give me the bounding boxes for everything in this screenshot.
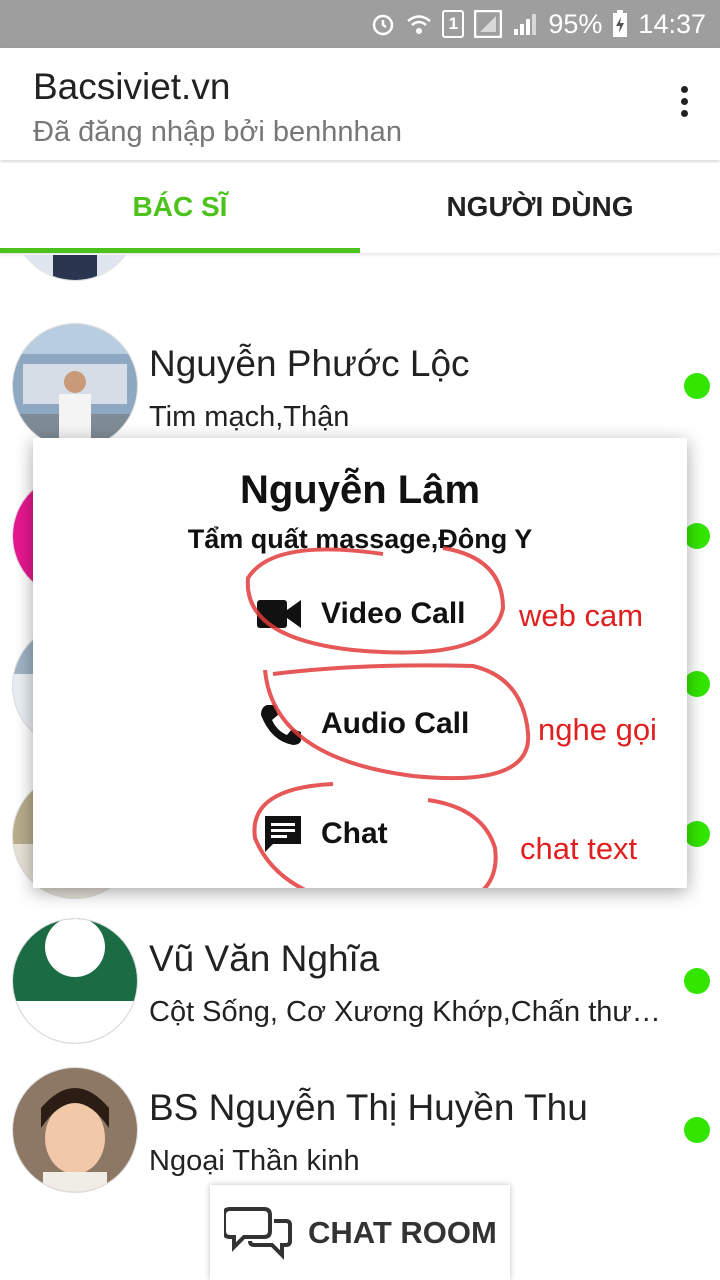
- dialog-doctor-specialty: Tẩm quất massage,Đông Y: [187, 524, 533, 554]
- phone-icon: [261, 705, 301, 745]
- video-camera-icon: [257, 600, 301, 628]
- tab-doctors[interactable]: BÁC SĨ: [0, 163, 360, 253]
- sim-indicator: 1: [442, 10, 465, 38]
- signal-bars-icon: [514, 14, 537, 35]
- alarm-icon: [373, 14, 394, 36]
- contact-dialog: Nguyễn Lâm Tẩm quất massage,Đông Y Video…: [33, 438, 687, 888]
- chat-bubbles-icon: [224, 1206, 292, 1260]
- chat-label: Chat: [321, 817, 388, 850]
- wifi-icon: [407, 15, 432, 34]
- annotation-audio: nghe gọi: [538, 712, 657, 747]
- tab-users[interactable]: NGƯỜI DÙNG: [360, 163, 720, 253]
- audio-call-button[interactable]: Audio Call: [257, 694, 469, 754]
- battery-percent: 95%: [548, 8, 603, 39]
- status-bar: 1 95% 14:37: [0, 0, 720, 48]
- chat-room-button[interactable]: CHAT ROOM: [210, 1185, 510, 1280]
- tab-indicator: [0, 248, 360, 253]
- annotation-video: web cam: [519, 598, 644, 633]
- status-icons: 1 95% 14:37: [370, 6, 706, 42]
- login-status: Đã đăng nhập bởi benhnhan: [33, 116, 402, 148]
- annotation-chat: chat text: [520, 831, 638, 866]
- signal-box-icon: [474, 10, 503, 38]
- chat-button[interactable]: Chat: [263, 804, 388, 864]
- app-bar: Bacsiviet.vn Đã đăng nhập bởi benhnhan: [0, 48, 720, 160]
- video-call-button[interactable]: Video Call: [257, 584, 466, 644]
- tab-bar: BÁC SĨ NGƯỜI DÙNG: [0, 163, 720, 253]
- chat-room-label: CHAT ROOM: [308, 1214, 497, 1250]
- battery-charging-icon: [613, 10, 628, 37]
- message-icon: [265, 816, 301, 852]
- video-call-label: Video Call: [321, 597, 466, 630]
- app-title: Bacsiviet.vn: [33, 66, 231, 107]
- audio-call-label: Audio Call: [321, 707, 470, 740]
- clock: 14:37: [638, 8, 706, 39]
- overflow-menu-icon[interactable]: [676, 86, 692, 122]
- dialog-doctor-name: Nguyễn Lâm: [239, 468, 481, 512]
